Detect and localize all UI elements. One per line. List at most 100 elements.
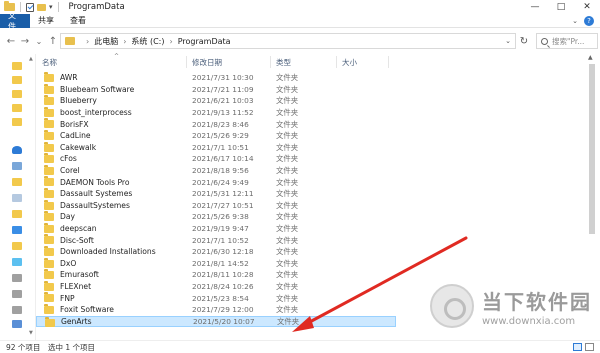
breadcrumb-separator: › — [169, 36, 173, 46]
breadcrumb-this-pc[interactable]: 此电脑 — [94, 36, 118, 47]
drive-icon[interactable] — [12, 290, 22, 298]
breadcrumb-programdata[interactable]: ProgramData — [178, 37, 231, 46]
file-type: 文件夹 — [276, 142, 299, 152]
search-box[interactable]: 搜索"Pr... — [536, 33, 598, 49]
network-icon[interactable] — [12, 320, 22, 328]
column-date-modified[interactable]: 修改日期 — [192, 57, 222, 68]
drive-icon[interactable] — [12, 306, 22, 314]
details-view-icon[interactable] — [573, 343, 582, 351]
onedrive-icon[interactable] — [12, 146, 22, 154]
file-type: 文件夹 — [276, 258, 299, 268]
file-date: 2021/5/31 12:11 — [192, 189, 254, 199]
navigation-pane[interactable]: ▲ ▼ — [0, 54, 36, 340]
address-dropdown-icon[interactable]: ⌄ — [505, 37, 511, 45]
customize-toolbar-dropdown[interactable]: ▾ — [49, 3, 53, 11]
file-date: 2021/7/21 11:09 — [192, 84, 254, 94]
file-date: 2021/7/1 10:52 — [192, 235, 249, 245]
recent-locations-dropdown[interactable]: ⌄ — [32, 34, 46, 48]
scroll-down-icon[interactable]: ▼ — [29, 330, 33, 336]
breadcrumb-system-drive[interactable]: 系统 (C:) — [131, 36, 164, 47]
folder-icon — [44, 176, 54, 187]
tab-share[interactable]: 共享 — [30, 14, 62, 28]
refresh-button[interactable]: ↻ — [516, 33, 532, 49]
list-item[interactable]: Downloaded Installations 2021/6/30 12:18 文… — [36, 246, 396, 258]
downloads-icon[interactable] — [12, 226, 22, 234]
file-name: Foxit Software — [60, 305, 114, 315]
column-type[interactable]: 类型 — [276, 57, 291, 68]
list-item[interactable]: cFos 2021/6/17 10:14 文件夹 — [36, 153, 396, 165]
drive-icon[interactable] — [12, 274, 22, 282]
list-item[interactable]: FNP 2021/5/23 8:54 文件夹 — [36, 292, 396, 304]
file-date: 2021/9/19 9:47 — [192, 224, 249, 234]
folder-icon[interactable] — [12, 118, 22, 126]
column-divider[interactable] — [336, 56, 337, 68]
large-icons-view-icon[interactable] — [585, 343, 594, 351]
view-switcher — [573, 343, 594, 351]
list-item[interactable]: deepscan 2021/9/19 9:47 文件夹 — [36, 222, 396, 235]
folder-icon[interactable] — [12, 90, 22, 98]
list-item[interactable]: DAEMON Tools Pro 2021/6/24 9:49 文件夹 — [36, 176, 396, 188]
watermark: 当下软件园 www.downxia.com — [430, 278, 600, 340]
help-icon[interactable]: ? — [584, 16, 594, 26]
forward-button[interactable]: → — [18, 34, 32, 48]
folder-icon[interactable] — [12, 210, 22, 218]
file-name: Downloaded Installations — [60, 247, 156, 257]
list-item[interactable]: DxO 2021/8/1 14:52 文件夹 — [36, 257, 396, 270]
list-item[interactable]: Bluebeam Software 2021/7/21 11:09 文件夹 — [36, 83, 396, 96]
maximize-button[interactable]: □ — [548, 0, 574, 14]
file-date: 2021/5/20 10:07 — [193, 316, 255, 326]
scroll-up-icon[interactable]: ▲ — [588, 54, 593, 61]
folder-icon — [44, 199, 54, 210]
folder-icon[interactable] — [12, 242, 22, 250]
list-item[interactable]: Blueberry 2021/6/21 10:03 文件夹 — [36, 95, 396, 107]
scroll-up-icon[interactable]: ▲ — [29, 56, 33, 62]
list-item[interactable]: Foxit Software 2021/7/29 12:00 文件夹 — [36, 304, 396, 316]
column-size[interactable]: 大小 — [342, 57, 357, 68]
properties-icon[interactable] — [26, 2, 34, 12]
file-date: 2021/8/18 9:56 — [192, 166, 249, 176]
watermark-url: www.downxia.com — [482, 316, 576, 327]
file-name: boost_interprocess — [60, 108, 132, 118]
file-date: 2021/7/1 10:51 — [192, 142, 249, 152]
column-divider[interactable] — [186, 56, 187, 68]
list-item[interactable]: CadLine 2021/5/26 9:29 文件夹 — [36, 130, 396, 142]
this-pc-icon[interactable] — [12, 162, 22, 170]
folder-icon[interactable] — [12, 62, 22, 70]
music-icon[interactable] — [12, 258, 22, 266]
list-item[interactable]: FLEXnet 2021/8/24 10:26 文件夹 — [36, 280, 396, 293]
close-button[interactable]: ✕ — [574, 0, 600, 14]
scrollbar-thumb[interactable] — [589, 64, 595, 234]
file-name: CadLine — [60, 131, 91, 141]
list-item[interactable]: Dassault Systemes 2021/5/31 12:11 文件夹 — [36, 188, 396, 200]
tab-view[interactable]: 查看 — [62, 14, 94, 28]
list-item[interactable]: DassaultSystemes 2021/7/27 10:51 文件夹 — [36, 199, 396, 212]
list-item[interactable]: Disc-Soft 2021/7/1 10:52 文件夹 — [36, 234, 396, 246]
expand-ribbon-icon[interactable]: ⌄ — [572, 17, 578, 25]
list-item[interactable]: BorisFX 2021/8/23 8:46 文件夹 — [36, 118, 396, 130]
column-name[interactable]: 名称 — [42, 57, 57, 68]
desktop-icon[interactable] — [12, 194, 22, 202]
folder-icon[interactable] — [12, 178, 22, 186]
file-date: 2021/6/24 9:49 — [192, 177, 249, 187]
folder-icon — [44, 72, 54, 82]
minimize-button[interactable]: — — [522, 0, 548, 14]
folder-icon[interactable] — [12, 76, 22, 84]
column-divider[interactable] — [388, 56, 389, 68]
list-item-selected[interactable]: GenArts 2021/5/20 10:07 文件夹 — [36, 315, 396, 328]
tab-file[interactable]: 文件 — [0, 11, 30, 31]
up-button[interactable]: ↑ — [46, 34, 60, 48]
file-name: Blueberry — [60, 96, 97, 106]
new-folder-icon[interactable] — [37, 3, 46, 11]
list-item[interactable]: Emurasoft 2021/8/11 10:28 文件夹 — [36, 269, 396, 281]
list-item[interactable]: Cakewalk 2021/7/1 10:51 文件夹 — [36, 141, 396, 154]
folder-icon — [44, 222, 54, 233]
column-divider[interactable] — [270, 56, 271, 68]
back-button[interactable]: ← — [4, 34, 18, 48]
list-item[interactable]: Day 2021/5/26 9:38 文件夹 — [36, 211, 396, 223]
folder-icon[interactable] — [12, 104, 22, 112]
list-item[interactable]: Corel 2021/8/18 9:56 文件夹 — [36, 164, 396, 177]
list-item[interactable]: AWR 2021/7/31 10:30 文件夹 — [36, 72, 396, 84]
file-date: 2021/6/17 10:14 — [192, 154, 254, 164]
address-bar[interactable]: › 此电脑 › 系统 (C:) › ProgramData ⌄ — [60, 33, 516, 49]
list-item[interactable]: boost_interprocess 2021/9/13 11:52 文件夹 — [36, 106, 396, 119]
